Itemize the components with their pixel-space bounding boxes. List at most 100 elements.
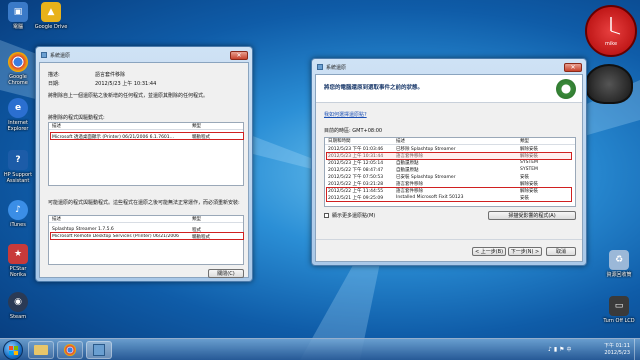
show-more-label: 顯示更多還原點(M) (332, 213, 376, 219)
hp-support-icon: ? (8, 150, 28, 170)
wizard-heading: 將您的電腦還原到選取事件之前的狀態。 (324, 85, 424, 91)
tray-icons: ♪ ▮ ⚑ 中 (548, 346, 584, 354)
column-type[interactable]: 類型 (189, 216, 201, 222)
column-description[interactable]: 描述 (49, 216, 189, 222)
taskbar-explorer[interactable] (28, 341, 54, 359)
chrome-icon (64, 344, 76, 356)
table-row[interactable]: 2012/5/23 上午 12:05:14 自動還原點 SYSTEM (325, 159, 575, 166)
steam-icon: ◉ (8, 292, 28, 312)
clock-time: 下午 01:11 (604, 343, 630, 349)
info-text: 將刪除自上一個還原點之後新增的任何程式，並還原其刪除的任何程式。 (48, 93, 209, 99)
column-type[interactable]: 類型 (189, 123, 201, 129)
close-button[interactable]: 關閉(C) (208, 269, 244, 278)
highlight-box (50, 132, 244, 140)
table-row[interactable]: 2012/5/22 上午 03:21:28 語言套件移除 解除安裝 (325, 180, 575, 187)
window-titlebar: 系統還原 ✕ (38, 49, 250, 61)
window-body: 將您的電腦還原到選取事件之前的狀態。 我如何選擇還原點? 目前的時區: GMT+… (315, 74, 583, 262)
list-header: 描述 類型 (49, 123, 243, 130)
column-type[interactable]: 類型 (517, 138, 529, 144)
column-date[interactable]: 日期和時間 (325, 138, 393, 144)
highlight-box (326, 152, 572, 160)
restore-clock-icon (556, 79, 576, 99)
flag-icon[interactable]: ⚑ (559, 346, 564, 354)
description-label: 描述: (48, 72, 60, 78)
system-restore-icon (93, 344, 105, 356)
clock-gadget-label: mike (604, 41, 618, 47)
desktop-icon-google-drive[interactable]: ▲ Google Drive (34, 2, 68, 30)
taskbar-chrome[interactable] (57, 341, 83, 359)
recycle-bin-icon: ♻ (609, 250, 629, 270)
restored-programs-list[interactable]: 描述 類型 Splashtop Streamer 1.7.5.6 程式 Micr… (48, 215, 244, 265)
input-language-indicator[interactable]: 中 (567, 346, 572, 354)
folder-icon (34, 345, 48, 355)
row-date: 2012/5/22 下午 08:47:47 (328, 167, 384, 173)
itunes-icon: ♪ (8, 200, 28, 220)
row-date: 2012/5/22 下午 07:50:53 (328, 174, 384, 180)
computer-icon: ▣ (8, 2, 28, 22)
system-restore-wizard-window: 系統還原 ✕ 將您的電腦還原到選取事件之前的狀態。 我如何選擇還原點? 目前的時… (311, 58, 587, 266)
table-row[interactable]: 2012/5/23 下午 01:03:46 已移除 Splashtop Strea… (325, 145, 575, 152)
desktop-icon-steam[interactable]: ◉ Steam (1, 292, 35, 320)
date-value: 2012/5/23 上午 10:31:44 (95, 81, 157, 87)
start-button[interactable] (3, 340, 23, 360)
clock[interactable]: 下午 01:11 2012/5/23 (588, 343, 630, 357)
row-desc: 已移除 Splashtop Streamer (396, 146, 456, 152)
system-restore-icon (317, 64, 323, 70)
window-title: 系統還原 (50, 52, 71, 59)
restore-details-window: 系統還原 ✕ 描述: 語言套件移除 日期: 2012/5/23 上午 10:31… (35, 46, 253, 282)
internet-explorer-icon: e (8, 98, 28, 118)
highlight-box (50, 232, 244, 240)
desktop-icon-chrome[interactable]: Google Chrome (1, 52, 35, 86)
google-drive-icon: ▲ (41, 2, 61, 22)
volume-icon[interactable]: ♪ (548, 346, 552, 354)
cancel-button[interactable]: 取消 (546, 247, 576, 256)
clock-hands-icon (610, 17, 621, 35)
row-type: 解除安裝 (520, 181, 538, 187)
close-icon[interactable]: ✕ (564, 62, 582, 72)
row-date: 2012/5/22 上午 03:21:28 (328, 181, 384, 187)
clock-date: 2012/5/23 (604, 350, 630, 356)
row-date: 2012/5/23 下午 01:03:46 (328, 146, 384, 152)
row-desc: 語言套件移除 (396, 181, 423, 187)
desktop-icon-hp-support[interactable]: ? HP Support Assistant (1, 150, 35, 184)
row-type: SYSTEM (520, 160, 538, 165)
taskbar: ♪ ▮ ⚑ 中 下午 01:11 2012/5/23 (0, 338, 640, 360)
row-desc: 已安裝 Splashtop Streamer (396, 174, 456, 180)
row-date: 2012/5/23 上午 12:05:14 (328, 160, 384, 166)
how-to-choose-link[interactable]: 我如何選擇還原點? (324, 111, 367, 118)
column-description[interactable]: 描述 (49, 123, 189, 129)
table-row[interactable]: 2012/5/22 下午 08:47:47 自動還原點 SYSTEM (325, 166, 575, 173)
cpu-meter-gadget[interactable] (585, 64, 633, 104)
column-description[interactable]: 描述 (393, 138, 517, 144)
window-body: 描述: 語言套件移除 日期: 2012/5/23 上午 10:31:44 將刪除… (39, 62, 249, 278)
desktop-icon-recycle-bin[interactable]: ♻ 資源回收筒 (602, 250, 636, 278)
next-button[interactable]: 下一步(N) > (508, 247, 542, 256)
desktop-icon-computer[interactable]: ▣ 電腦 (1, 2, 35, 30)
desktop-icon-itunes[interactable]: ♪ iTunes (1, 200, 35, 228)
desktop-icon-internet-explorer[interactable]: e Internet Explorer (1, 98, 35, 132)
close-icon[interactable]: ✕ (230, 50, 248, 60)
section-deleted-title: 將刪除的程式與驅動程式: (48, 115, 105, 121)
desktop-icon-pcstar[interactable]: ★ PCStar Norika (1, 244, 35, 278)
network-icon[interactable]: ▮ (554, 346, 557, 354)
system-restore-icon (41, 52, 47, 58)
clock-gadget[interactable]: mike (585, 5, 637, 57)
turn-off-lcd-icon: ▭ (609, 296, 629, 316)
back-button[interactable]: < 上一步(B) (472, 247, 506, 256)
row-type: 解除安裝 (520, 146, 538, 152)
list-header: 日期和時間 描述 類型 (325, 138, 575, 145)
pcstar-icon: ★ (8, 244, 28, 264)
show-desktop-button[interactable] (634, 339, 640, 360)
scan-affected-programs-button[interactable]: 掃描受影響的程式(A) (488, 211, 576, 220)
desktop-icon-turn-off-lcd[interactable]: ▭ Turn Off LCD (602, 296, 636, 324)
table-row[interactable]: 2012/5/22 下午 07:50:53 已安裝 Splashtop Strea… (325, 173, 575, 180)
button-bar (316, 239, 582, 261)
row-type: SYSTEM (520, 167, 538, 172)
section-restored-title: 可能還原的程式與驅動程式。這些程式在還原之後可能無法正常運作，而必須重新安裝: (48, 200, 240, 206)
timezone-label: 目前的時區: GMT+08:00 (324, 128, 383, 134)
window-titlebar: 系統還原 ✕ (314, 61, 584, 73)
window-title: 系統還原 (326, 64, 347, 71)
windows-logo-icon (9, 346, 18, 355)
taskbar-system-restore[interactable] (86, 341, 112, 359)
show-more-checkbox[interactable] (324, 213, 329, 218)
